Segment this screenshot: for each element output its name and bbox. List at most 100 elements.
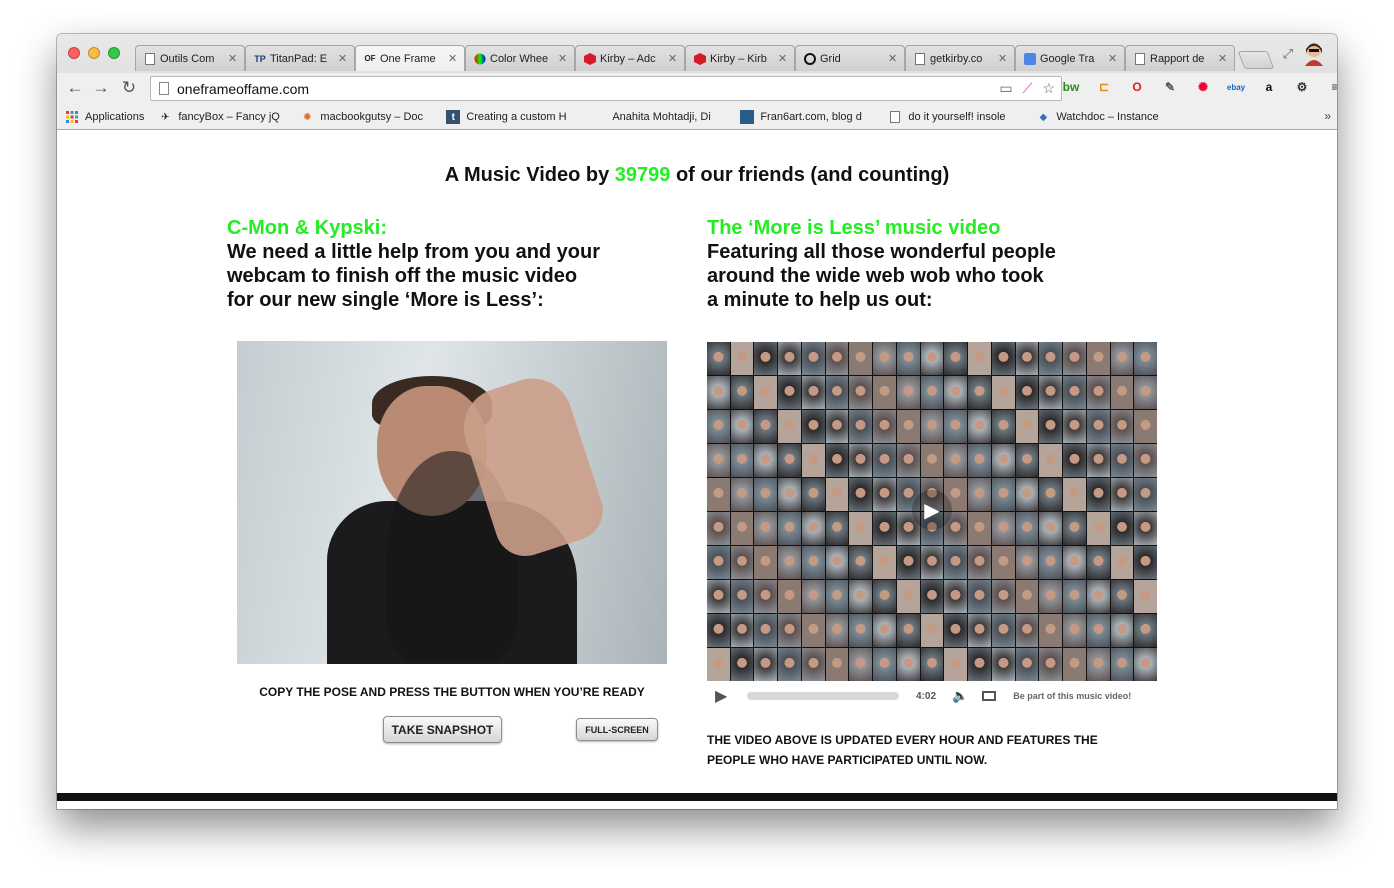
fullscreen-video-icon[interactable] xyxy=(982,691,997,701)
bookmark-fancybox[interactable]: ✈ fancyBox – Fancy jQ xyxy=(158,110,286,124)
participant-thumbnail xyxy=(991,376,1015,409)
bookmark-star-icon[interactable]: ☆ xyxy=(1042,80,1055,97)
participant-thumbnail xyxy=(849,376,873,409)
participant-thumbnail xyxy=(707,342,730,375)
participant-thumbnail xyxy=(778,478,801,511)
participant-thumbnail xyxy=(1015,546,1039,579)
participant-thumbnail xyxy=(707,648,730,681)
bookmark-watchdoc[interactable]: ◆ Watchdoc – Instance xyxy=(1036,110,1158,124)
participant-thumbnail xyxy=(1063,444,1086,477)
ruler-extension-icon[interactable]: ⊏ xyxy=(1094,77,1114,97)
participant-thumbnail xyxy=(991,342,1015,375)
back-arrow-icon[interactable]: ← xyxy=(65,78,85,98)
bookmark-creating-custom[interactable]: t Creating a custom H xyxy=(446,110,578,124)
tab-kirby-1[interactable]: Kirby – Adc ✕ xyxy=(575,45,685,71)
avatar[interactable] xyxy=(1301,39,1327,67)
close-tab-icon[interactable]: ✕ xyxy=(448,52,458,65)
video-progress-bar[interactable] xyxy=(747,692,899,700)
close-tab-icon[interactable]: ✕ xyxy=(338,52,348,65)
new-tab-button[interactable] xyxy=(1237,51,1275,69)
evernote-icon[interactable]: ✎ xyxy=(1160,77,1180,97)
left-body-line: for our new single ‘More is Less’: xyxy=(227,289,544,311)
participant-thumbnail xyxy=(1039,478,1063,511)
participant-thumbnail xyxy=(873,614,896,647)
participant-thumbnail xyxy=(730,376,754,409)
participant-thumbnail xyxy=(920,342,944,375)
participant-thumbnail xyxy=(849,648,873,681)
participant-thumbnail xyxy=(1110,648,1134,681)
notice-line: PEOPLE WHO HAVE PARTICIPATED UNTIL NOW. xyxy=(707,753,988,767)
forward-arrow-icon[interactable]: → xyxy=(91,78,111,98)
participant-thumbnail xyxy=(730,410,754,443)
reload-icon[interactable]: ↻ xyxy=(119,78,139,98)
participant-thumbnail xyxy=(825,546,849,579)
bookmark-macbookgutsy[interactable]: ✺ macbookgutsy – Doc xyxy=(300,110,432,124)
bookmarks-overflow-icon[interactable]: » xyxy=(1324,109,1331,123)
url-text[interactable]: oneframeoffame.com xyxy=(177,81,309,97)
close-window-button[interactable] xyxy=(68,47,80,59)
close-tab-icon[interactable]: ✕ xyxy=(1108,52,1118,65)
play-icon[interactable]: ▶ xyxy=(715,686,741,706)
participant-thumbnail xyxy=(873,478,896,511)
opera-extension-icon[interactable]: O xyxy=(1127,77,1147,97)
close-tab-icon[interactable]: ✕ xyxy=(1218,52,1228,65)
tab-color-wheel[interactable]: Color Whee ✕ xyxy=(465,45,575,71)
intro-right: The ‘More is Less’ music video Featuring… xyxy=(707,216,1127,312)
minimize-window-button[interactable] xyxy=(88,47,100,59)
close-tab-icon[interactable]: ✕ xyxy=(558,52,568,65)
address-bar[interactable]: oneframeoffame.com ▭ ⟋ ☆ xyxy=(150,76,1062,101)
tab-kirby-2[interactable]: Kirby – Kirb ✕ xyxy=(685,45,795,71)
maximize-window-button[interactable] xyxy=(108,47,120,59)
participant-thumbnail xyxy=(825,648,849,681)
bookmark-applications[interactable]: Applications xyxy=(65,110,144,124)
bookmark-diy-insole[interactable]: do it yourself! insole xyxy=(888,110,1022,124)
participant-thumbnail xyxy=(801,410,825,443)
close-tab-icon[interactable]: ✕ xyxy=(668,52,678,65)
participant-thumbnail xyxy=(896,648,920,681)
music-video-player[interactable]: ▶ xyxy=(707,342,1157,681)
participant-thumbnail xyxy=(1086,614,1110,647)
close-tab-icon[interactable]: ✕ xyxy=(778,52,788,65)
ebay-icon[interactable]: ebay xyxy=(1226,77,1246,97)
tab-one-frame[interactable]: OF One Frame ✕ xyxy=(355,45,465,71)
tab-titanpad[interactable]: TP TitanPad: E ✕ xyxy=(245,45,355,71)
gear-icon[interactable]: ⚙ xyxy=(1292,77,1312,97)
participant-thumbnail xyxy=(896,614,920,647)
close-tab-icon[interactable]: ✕ xyxy=(888,52,898,65)
watchdoc-icon: ◆ xyxy=(1039,111,1048,123)
bw-extension-icon[interactable]: bw xyxy=(1061,77,1081,97)
bookmark-fran6art[interactable]: Fran6art.com, blog d xyxy=(740,110,874,124)
close-tab-icon[interactable]: ✕ xyxy=(228,52,238,65)
close-tab-icon[interactable]: ✕ xyxy=(998,52,1008,65)
tab-getkirby[interactable]: getkirby.co ✕ xyxy=(905,45,1015,71)
tab-grid[interactable]: Grid ✕ xyxy=(795,45,905,71)
feather-icon[interactable]: ⟋ xyxy=(1023,80,1033,97)
participant-thumbnail xyxy=(944,376,968,409)
bookmark-anahita[interactable]: Anahita Mohtadji, Di xyxy=(592,110,726,124)
participant-thumbnail xyxy=(1110,614,1134,647)
color-picker-icon[interactable]: ✺ xyxy=(1193,77,1213,97)
volume-icon[interactable]: 🔈 xyxy=(952,688,968,704)
participant-thumbnail xyxy=(778,614,801,647)
bookmark-label: fancyBox – Fancy jQ xyxy=(178,111,280,123)
tab-rapport[interactable]: Rapport de ✕ xyxy=(1125,45,1235,71)
participant-thumbnail xyxy=(1039,410,1063,443)
page-icon xyxy=(159,82,169,95)
tab-google-translate[interactable]: Google Tra ✕ xyxy=(1015,45,1125,71)
participant-thumbnail xyxy=(944,410,968,443)
photo-icon xyxy=(740,110,755,124)
bookmark-label: Creating a custom H xyxy=(466,111,567,123)
camera-icon[interactable]: ▭ xyxy=(999,80,1012,97)
amazon-icon[interactable]: a xyxy=(1259,77,1279,97)
be-part-link[interactable]: Be part of this music video! xyxy=(1013,691,1131,701)
take-snapshot-button[interactable]: TAKE SNAPSHOT xyxy=(383,716,502,743)
participant-thumbnail xyxy=(825,478,849,511)
window-controls xyxy=(68,47,120,59)
participant-thumbnail xyxy=(1134,648,1157,681)
tab-outils[interactable]: Outils Com ✕ xyxy=(135,45,245,71)
fullscreen-arrows-icon[interactable]: ⤢ xyxy=(1283,46,1293,62)
menu-icon[interactable]: ≡ xyxy=(1325,77,1337,97)
participant-thumbnail xyxy=(991,512,1015,545)
play-overlay-icon[interactable]: ▶ xyxy=(912,490,952,530)
fullscreen-button[interactable]: FULL-SCREEN xyxy=(576,718,658,741)
